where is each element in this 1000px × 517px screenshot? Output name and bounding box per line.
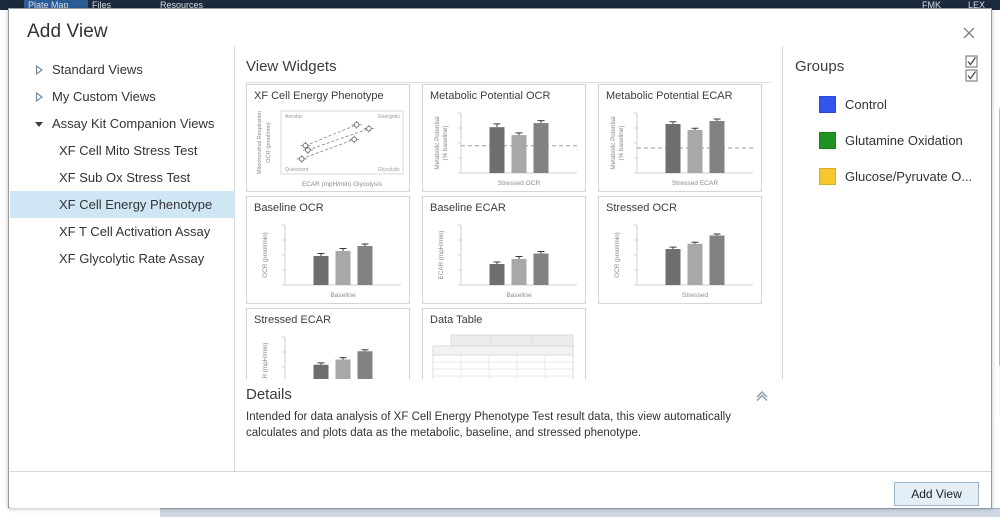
groups-list: Control Glutamine Oxidation Glucose/Pyruva… bbox=[795, 88, 991, 196]
widget-card-title: Stressed OCR bbox=[606, 202, 677, 214]
widget-card-title: Metabolic Potential ECAR bbox=[606, 90, 733, 102]
sidebar-item-label: Standard Views bbox=[52, 62, 143, 77]
widget-card-title: Metabolic Potential OCR bbox=[430, 90, 550, 102]
views-tree-panel: Standard Views My Custom Views Assay Kit C… bbox=[10, 46, 235, 471]
svg-text:Glycolytic: Glycolytic bbox=[378, 167, 401, 173]
widget-card-title: Data Table bbox=[430, 314, 482, 326]
svg-text:Baseline: Baseline bbox=[330, 292, 356, 299]
sidebar-item-label: XF T Cell Activation Assay bbox=[59, 224, 210, 239]
sidebar-item-xf-t-cell-activation-assay[interactable]: XF T Cell Activation Assay bbox=[10, 218, 235, 245]
sidebar-item-label: XF Cell Mito Stress Test bbox=[59, 143, 197, 158]
group-item[interactable]: Glutamine Oxidation bbox=[795, 124, 991, 160]
sidebar-item-xf-glycolytic-rate-assay[interactable]: XF Glycolytic Rate Assay bbox=[10, 245, 235, 272]
sidebar-item-xf-sub-ox-stress-test[interactable]: XF Sub Ox Stress Test bbox=[10, 164, 235, 191]
svg-text:Stressed ECAR: Stressed ECAR bbox=[672, 180, 718, 187]
widget-card-baseline-ecar[interactable]: Baseline ECAR ECAR (mpH/min) Baseline bbox=[422, 196, 586, 304]
svg-text:Metabolic Potential: Metabolic Potential bbox=[434, 116, 441, 169]
svg-text:Metabolic Potential: Metabolic Potential bbox=[610, 116, 617, 169]
widget-card-stressed-ocr[interactable]: Stressed OCR OCR (pmol/min) Stressed bbox=[598, 196, 762, 304]
widget-card-preview: Metabolic Potential(% baseline) Stressed … bbox=[603, 107, 759, 189]
group-color-swatch[interactable] bbox=[819, 96, 836, 113]
svg-text:Stressed: Stressed bbox=[682, 292, 708, 299]
sidebar-item-xf-cell-mito-stress-test[interactable]: XF Cell Mito Stress Test bbox=[10, 137, 235, 164]
group-color-swatch[interactable] bbox=[819, 168, 836, 185]
add-view-button[interactable]: Add View bbox=[894, 482, 979, 506]
svg-text:ECAR (mpH/min) Glycolysis: ECAR (mpH/min) Glycolysis bbox=[302, 181, 382, 188]
svg-text:Stressed OCR: Stressed OCR bbox=[498, 180, 541, 187]
svg-text:ECAR (mpH/min): ECAR (mpH/min) bbox=[438, 231, 445, 280]
group-label: Glutamine Oxidation bbox=[845, 132, 963, 149]
groups-panel: Groups Control Glutamine Oxidation Glucose… bbox=[783, 46, 991, 471]
dialog-footer: Add View bbox=[10, 472, 991, 508]
group-label: Control bbox=[845, 96, 887, 113]
chevron-up-icon[interactable] bbox=[753, 387, 771, 405]
details-panel: Details Intended for data analysis of XF… bbox=[235, 379, 783, 471]
details-text: Intended for data analysis of XF Cell En… bbox=[246, 409, 760, 441]
widget-card-preview: Metabolic Potential(% baseline) Stressed … bbox=[427, 107, 583, 189]
widget-card-title: Stressed ECAR bbox=[254, 314, 331, 326]
sidebar-item-label: My Custom Views bbox=[52, 89, 156, 104]
groups-heading: Groups bbox=[795, 58, 844, 75]
sidebar-item-standard-views[interactable]: Standard Views bbox=[10, 56, 235, 83]
group-item[interactable]: Control bbox=[795, 88, 991, 124]
svg-text:Mitochondrial Respiration: Mitochondrial Respiration bbox=[257, 111, 263, 174]
widget-card-title: Baseline OCR bbox=[254, 202, 324, 214]
widget-card-baseline-ocr[interactable]: Baseline OCR OCR (pmol/min) Baseline bbox=[246, 196, 410, 304]
sidebar-item-xf-cell-energy-phenotype[interactable]: XF Cell Energy Phenotype bbox=[10, 191, 235, 218]
svg-text:Energetic: Energetic bbox=[378, 114, 400, 120]
svg-text:Aerobic: Aerobic bbox=[285, 114, 303, 120]
sidebar-item-label: XF Glycolytic Rate Assay bbox=[59, 251, 204, 266]
sidebar-item-label: Assay Kit Companion Views bbox=[52, 116, 214, 131]
widget-card-preview: OCR (pmol/min) Baseline bbox=[251, 219, 407, 301]
host-statusbar-left bbox=[0, 508, 160, 516]
svg-text:(% baseline): (% baseline) bbox=[618, 126, 625, 161]
group-color-swatch[interactable] bbox=[819, 132, 836, 149]
widget-card-preview: OCR (pmol/min) Stressed bbox=[603, 219, 759, 301]
sidebar-item-my-custom-views[interactable]: My Custom Views bbox=[10, 83, 235, 110]
sidebar-item-label: XF Sub Ox Stress Test bbox=[59, 170, 190, 185]
widget-card-preview: Aerobic Energetic Quiescent Glycolytic Mitoc… bbox=[251, 107, 407, 189]
view-widgets-heading: View Widgets bbox=[246, 58, 337, 75]
dialog-title: Add View bbox=[27, 21, 108, 43]
widget-card-title: XF Cell Energy Phenotype bbox=[254, 90, 384, 102]
widget-card-metabolic-potential-ecar[interactable]: Metabolic Potential ECAR Metabolic Potent… bbox=[598, 84, 762, 192]
widget-card-preview: ECAR (mpH/min) Baseline bbox=[427, 219, 583, 301]
widget-card-xf-cell-energy-phenotype[interactable]: XF Cell Energy Phenotype Aerobic Energetic… bbox=[246, 84, 410, 192]
views-tree: Standard Views My Custom Views Assay Kit C… bbox=[10, 56, 235, 272]
sidebar-item-label: XF Cell Energy Phenotype bbox=[59, 197, 212, 212]
svg-text:Quiescent: Quiescent bbox=[285, 167, 309, 173]
close-icon[interactable] bbox=[957, 21, 981, 45]
checkbox-checked-icon[interactable] bbox=[965, 55, 983, 83]
svg-text:OCR (pmol/min): OCR (pmol/min) bbox=[266, 122, 272, 163]
add-view-dialog: Add View Standard Views My Custom Views As… bbox=[8, 8, 992, 508]
view-widgets-divider bbox=[246, 82, 771, 83]
sidebar-item-assay-kit-companion-views[interactable]: Assay Kit Companion Views bbox=[10, 110, 235, 137]
svg-text:Baseline: Baseline bbox=[506, 292, 532, 299]
widgets-scroll-area[interactable]: XF Cell Energy Phenotype Aerobic Energetic… bbox=[246, 84, 782, 416]
group-label: Glucose/Pyruvate O... bbox=[845, 168, 972, 185]
group-item[interactable]: Glucose/Pyruvate O... bbox=[795, 160, 991, 196]
chevron-right-icon[interactable] bbox=[34, 56, 48, 83]
svg-text:(% baseline): (% baseline) bbox=[442, 126, 449, 161]
details-heading: Details bbox=[246, 386, 292, 403]
svg-text:OCR (pmol/min): OCR (pmol/min) bbox=[262, 232, 269, 277]
svg-text:OCR (pmol/min): OCR (pmol/min) bbox=[614, 232, 621, 277]
chevron-right-icon[interactable] bbox=[34, 83, 48, 110]
chevron-down-icon[interactable] bbox=[34, 110, 48, 137]
widget-card-metabolic-potential-ocr[interactable]: Metabolic Potential OCR Metabolic Potenti… bbox=[422, 84, 586, 192]
widget-card-title: Baseline ECAR bbox=[430, 202, 506, 214]
